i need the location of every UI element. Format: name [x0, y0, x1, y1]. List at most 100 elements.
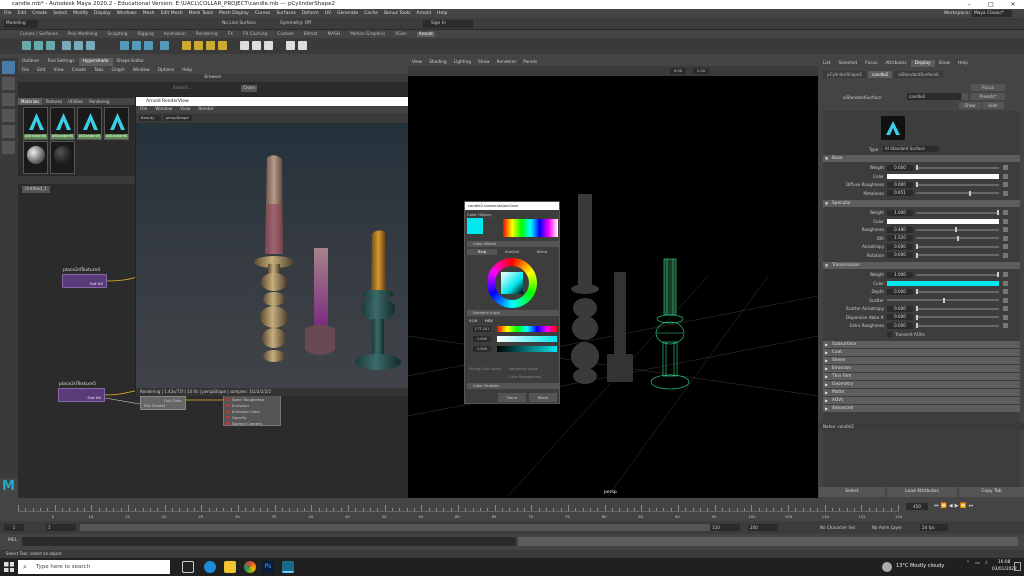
menu-edit[interactable]: Edit — [18, 11, 27, 16]
uv-layout-icon[interactable] — [252, 41, 261, 50]
map-button-icon[interactable] — [1003, 289, 1008, 294]
attr-value-field[interactable]: 0.000 — [887, 314, 913, 320]
shader-node-ports[interactable]: Specl Roughness Emission Emission Color Opa… — [223, 395, 281, 426]
slider-knob[interactable] — [916, 165, 918, 170]
color-management-checkbox[interactable]: Color Management — [509, 375, 541, 379]
slider-knob[interactable] — [916, 289, 918, 294]
material-swatch-lambert[interactable] — [23, 141, 48, 174]
hypershade-menu-help[interactable]: Help — [182, 68, 192, 73]
attr-value-field[interactable]: 0.000 — [887, 322, 913, 329]
symmetry-dropdown[interactable]: Symmetry: Off — [280, 20, 311, 28]
material-swatch[interactable]: aiStandardS — [23, 107, 48, 140]
section-base[interactable]: ▼ Base — [823, 155, 1020, 162]
bevel-icon[interactable] — [206, 41, 215, 50]
anim-layer-dropdown[interactable]: No Anim Layer — [872, 524, 902, 531]
reset-button[interactable]: Reset — [529, 393, 557, 402]
attr-value-field[interactable]: 0.000 — [887, 164, 913, 171]
slider-knob[interactable] — [916, 306, 918, 311]
clock-time[interactable]: 16:08 — [998, 560, 1010, 565]
done-button[interactable]: Done — [498, 393, 526, 402]
shelf-tab-poly-modeling[interactable]: Poly Modeling — [68, 32, 98, 37]
attr-value-field[interactable]: 0.000 — [887, 288, 913, 295]
playback-controls[interactable]: ⏮⏪◀▶⏩⏭ — [934, 503, 1020, 510]
node-port[interactable]: Out Color — [164, 398, 182, 403]
mixing-space-dropdown[interactable]: Rendering Space — [509, 367, 538, 371]
material-swatch[interactable]: aiStandardS — [77, 107, 102, 140]
attr-slider[interactable] — [916, 289, 999, 294]
scale-tool-icon[interactable] — [2, 141, 15, 154]
menu-select[interactable]: Select — [53, 11, 67, 16]
smooth-icon[interactable] — [144, 41, 153, 50]
node-tab-candle2[interactable]: candle2 — [867, 71, 893, 78]
hide-button[interactable]: Hide — [982, 102, 1004, 109]
focus-button[interactable]: Focus — [971, 84, 1005, 91]
material-swatch-dark[interactable] — [50, 141, 75, 174]
poly-cylinder-icon[interactable] — [86, 41, 95, 50]
attr-value-field[interactable]: 1.000 — [887, 209, 913, 216]
nurbs-cube-icon[interactable] — [34, 41, 43, 50]
menu-display[interactable]: Display — [94, 11, 111, 16]
shelf-tab-custom[interactable]: Custom — [277, 32, 293, 37]
poly-sphere-icon[interactable] — [62, 41, 71, 50]
attr-tab-display[interactable]: Display — [910, 60, 935, 67]
map-button-icon[interactable] — [1003, 244, 1008, 249]
attr-tab-selected[interactable]: Selected — [835, 60, 862, 67]
attr-value-field[interactable]: 0.000 — [887, 252, 913, 258]
map-button-icon[interactable] — [1003, 323, 1008, 328]
checker-node[interactable]: Out Color File Exwest — [140, 396, 186, 410]
color-swatch-field[interactable] — [887, 280, 999, 286]
maximize-button[interactable]: □ — [980, 0, 1002, 9]
viewport-menu-shading[interactable]: Shading — [429, 60, 446, 65]
saturation-slider[interactable] — [497, 336, 557, 342]
lasso-tool-icon[interactable] — [2, 77, 15, 90]
node-port[interactable]: Out UV — [90, 281, 103, 286]
command-input[interactable] — [22, 537, 516, 546]
anim-end-field[interactable]: 200 — [748, 524, 778, 531]
section-matte[interactable]: ▶ Matte — [823, 388, 1020, 396]
sign-in-button[interactable]: Sign In — [423, 20, 473, 28]
attr-slider[interactable] — [916, 272, 999, 277]
attr-slider[interactable] — [916, 165, 999, 170]
hypershade-menu-graph[interactable]: Graph — [112, 68, 125, 73]
place2dtexture5-node[interactable]: place2dTexture5 Out UV — [58, 382, 105, 402]
attr-slider[interactable] — [916, 210, 999, 215]
attr-slider[interactable] — [916, 182, 999, 187]
attr-slider[interactable] — [887, 297, 999, 303]
rgb-mode-tab[interactable]: RGB — [469, 318, 477, 323]
aov-dropdown[interactable]: Beauty — [139, 115, 161, 121]
shelf-tab-sculpting[interactable]: Sculpting — [107, 32, 127, 37]
menu-help[interactable]: Help — [437, 11, 447, 16]
browser-tab-materials[interactable]: Materials — [18, 98, 43, 105]
close-window-button[interactable]: ✕ — [1002, 0, 1024, 9]
map-button-icon[interactable] — [1003, 297, 1008, 303]
section-thin-film[interactable]: ▶ Thin Film — [823, 372, 1020, 380]
value-field[interactable]: 1.000 — [473, 346, 491, 352]
map-button-icon[interactable] — [1003, 210, 1008, 215]
color-wheel-tab-hue-sat[interactable]: Hue/Sat — [497, 249, 527, 255]
menu-set-dropdown[interactable]: Modeling — [4, 20, 38, 28]
copy-tab-button[interactable]: Copy Tab — [959, 487, 1024, 497]
material-swatch[interactable]: aiStandardS — [104, 107, 129, 140]
node-port[interactable]: Out UV — [88, 395, 101, 400]
map-button-icon[interactable] — [1003, 235, 1008, 241]
live-surface-label[interactable]: No Live Surface — [222, 20, 256, 28]
menu-bonus-tools[interactable]: Bonus Tools — [384, 11, 410, 16]
range-bar[interactable] — [80, 524, 710, 531]
hue-field[interactable]: 177.201 — [473, 326, 491, 332]
nurbs-sphere-icon[interactable] — [22, 41, 31, 50]
value-slider[interactable] — [497, 346, 557, 352]
browser-tab-textures[interactable]: Textures — [42, 98, 65, 105]
slider-knob[interactable] — [916, 314, 918, 320]
attr-slider[interactable] — [916, 190, 999, 196]
renderview-menu-render[interactable]: Render — [198, 107, 213, 112]
map-button-icon[interactable] — [1003, 190, 1008, 196]
viewport-menu-renderer[interactable]: Renderer — [497, 60, 517, 65]
attr-value-field[interactable]: 0.480 — [887, 226, 913, 233]
hypershade-menu-tabs[interactable]: Tabs — [94, 68, 104, 73]
attr-tab-attributes[interactable]: Attributes — [881, 60, 910, 67]
section-aovs[interactable]: ▶ AOVs — [823, 396, 1020, 404]
browser-tab-rendering[interactable]: Rendering — [86, 98, 112, 105]
viewport-menu-view[interactable]: View — [412, 60, 422, 65]
hypershade-menu-create[interactable]: Create — [72, 68, 86, 73]
menu-create[interactable]: Create — [32, 11, 47, 16]
